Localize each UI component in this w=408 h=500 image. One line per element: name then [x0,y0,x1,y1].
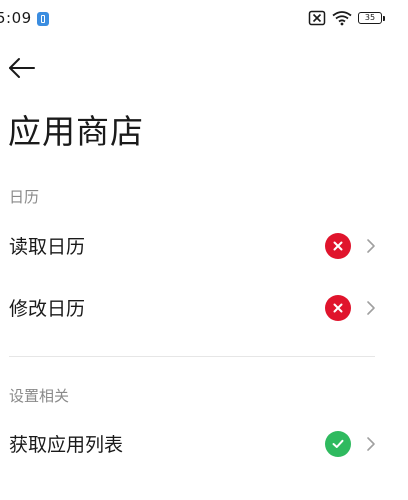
chevron-right-icon [367,437,375,451]
battery-level: 35 [364,13,376,22]
permission-row-get-app-list[interactable]: 获取应用列表 [0,418,400,470]
permission-label: 读取日历 [9,236,86,258]
status-indicators: 35 [308,10,385,26]
close-icon [333,241,343,251]
section-divider [9,356,375,357]
chevron-right-icon [367,301,375,315]
no-sim-icon [308,10,326,26]
chevron-right-icon [367,239,375,253]
battery-icon: 35 [358,12,385,24]
permission-label: 修改日历 [9,298,86,320]
page-title: 应用商店 [8,112,144,151]
section-header-settings: 设置相关 [9,387,70,405]
arrow-left-icon [9,58,35,78]
permission-label: 获取应用列表 [9,434,124,456]
close-icon [333,303,343,313]
status-time: 5:09 [0,9,32,27]
status-denied-badge [325,233,351,259]
back-button[interactable] [6,54,38,82]
section-header-calendar: 日历 [9,188,40,206]
wifi-icon [332,11,352,26]
permission-row-modify-calendar[interactable]: 修改日历 [0,282,400,334]
status-allowed-badge [325,431,351,457]
status-denied-badge [325,295,351,321]
permission-row-read-calendar[interactable]: 读取日历 [0,220,400,272]
status-bar: 5:09 35 [0,0,408,40]
check-icon [332,439,344,448]
notification-app-icon [37,12,49,26]
